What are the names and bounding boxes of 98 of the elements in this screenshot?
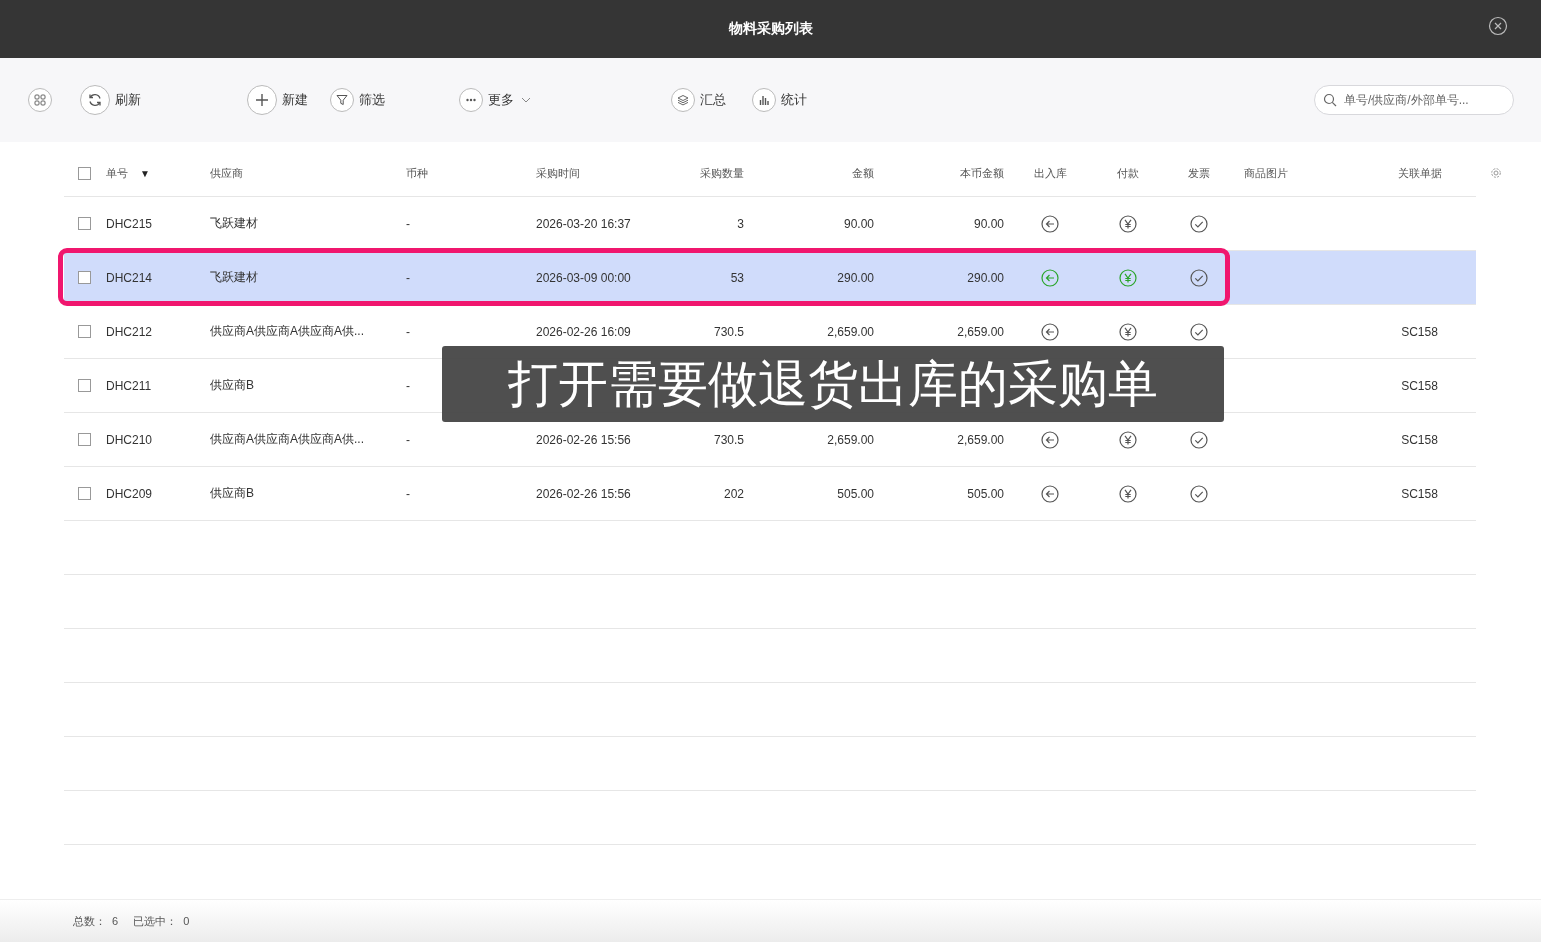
column-header[interactable]: 商品图片 bbox=[1244, 165, 1288, 181]
table-cell: DHC209 bbox=[106, 486, 153, 501]
row-checkbox[interactable] bbox=[77, 433, 91, 446]
column-header[interactable]: 币种 bbox=[406, 165, 428, 181]
table-cell: 2,659.00 bbox=[827, 432, 874, 447]
total-count: 6 bbox=[112, 915, 119, 927]
table-cell: 2026-03-20 16:37 bbox=[536, 216, 631, 231]
row-checkbox[interactable] bbox=[77, 487, 91, 500]
table-cell: 90.00 bbox=[843, 216, 874, 231]
filter-icon bbox=[330, 88, 354, 112]
table-cell: 2,659.00 bbox=[957, 432, 1004, 447]
yen-circle-icon[interactable] bbox=[1119, 214, 1137, 233]
table-cell: 505.00 bbox=[967, 486, 1004, 501]
more-icon bbox=[459, 88, 483, 112]
toolbar-button[interactable]: 刷新 bbox=[80, 85, 141, 115]
table-cell: 供应商B bbox=[210, 377, 254, 394]
column-header[interactable]: 供应商 bbox=[210, 165, 243, 181]
check-circle-icon[interactable] bbox=[1190, 214, 1208, 233]
plus-icon bbox=[247, 85, 277, 115]
check-circle-icon[interactable] bbox=[1190, 484, 1208, 503]
toolbar-button[interactable]: 筛选 bbox=[330, 88, 385, 112]
yen-circle-icon[interactable] bbox=[1119, 322, 1137, 341]
close-icon[interactable] bbox=[1488, 16, 1508, 36]
column-header[interactable]: 付款 bbox=[1117, 165, 1139, 181]
table-cell: - bbox=[406, 216, 410, 231]
search-field[interactable]: 单号/供应商/外部单号... bbox=[1314, 85, 1514, 115]
yen-circle-icon[interactable] bbox=[1119, 484, 1137, 503]
grid-icon bbox=[34, 94, 46, 106]
grid-button[interactable] bbox=[28, 88, 52, 112]
table-cell: - bbox=[406, 486, 410, 501]
table-cell: DHC210 bbox=[106, 432, 153, 447]
column-header[interactable]: 出入库 bbox=[1033, 165, 1067, 181]
window-title: 物料采购列表 bbox=[728, 20, 813, 38]
table-cell[interactable]: SC158 bbox=[1401, 378, 1438, 393]
table-cell: 飞跃建材 bbox=[210, 269, 258, 286]
table-cell: 供应商A供应商A供应商A供... bbox=[210, 431, 364, 448]
table-cell: 2,659.00 bbox=[957, 324, 1004, 339]
bar-chart-icon bbox=[752, 88, 776, 112]
table-cell: 供应商B bbox=[210, 485, 254, 502]
toolbar-button[interactable]: 新建 bbox=[247, 85, 308, 115]
row-checkbox[interactable] bbox=[77, 271, 91, 284]
table-cell: 290.00 bbox=[967, 270, 1004, 285]
table-cell: - bbox=[406, 432, 410, 447]
row-checkbox[interactable] bbox=[77, 217, 91, 230]
arrow-left-circle-icon[interactable] bbox=[1041, 214, 1059, 233]
column-header[interactable]: 采购数量 bbox=[700, 165, 744, 181]
table-cell: 供应商A供应商A供应商A供... bbox=[210, 323, 364, 340]
yen-circle-icon[interactable] bbox=[1119, 430, 1137, 449]
subtitle-toast: 打开需要做退货出库的采购单 bbox=[442, 346, 1224, 422]
table-cell: - bbox=[406, 378, 410, 393]
column-header[interactable]: 本币金额 bbox=[960, 165, 1004, 181]
table-cell: 505.00 bbox=[837, 486, 874, 501]
arrow-left-circle-icon[interactable] bbox=[1041, 322, 1059, 341]
table-cell: 2026-03-09 00:00 bbox=[536, 270, 631, 285]
arrow-left-circle-icon[interactable] bbox=[1041, 484, 1059, 503]
table-cell: 53 bbox=[730, 270, 744, 285]
table-cell: 90.00 bbox=[973, 216, 1004, 231]
table-cell: - bbox=[406, 324, 410, 339]
table-row[interactable]: DHC209 供应商B - 2026-02-26 15:56 202 505.00 505.00 SC158 bbox=[64, 467, 1476, 521]
table-cell[interactable]: SC158 bbox=[1401, 432, 1438, 447]
column-header[interactable]: 金额 bbox=[852, 165, 874, 181]
table-cell: 2026-02-26 16:09 bbox=[536, 324, 631, 339]
table-cell: DHC212 bbox=[106, 324, 153, 339]
table-cell[interactable]: SC158 bbox=[1401, 486, 1438, 501]
table-cell: 3 bbox=[737, 216, 744, 231]
toolbar-button[interactable]: 统计 bbox=[752, 88, 807, 112]
check-circle-icon[interactable] bbox=[1190, 430, 1208, 449]
table-cell: 2,659.00 bbox=[827, 324, 874, 339]
table-cell: 730.5 bbox=[713, 324, 744, 339]
selected-label: 已选中： bbox=[133, 913, 178, 929]
select-all-checkbox[interactable] bbox=[77, 166, 91, 180]
table-cell: DHC211 bbox=[106, 378, 152, 393]
column-header[interactable]: 关联单据 bbox=[1397, 165, 1442, 181]
table-cell[interactable]: SC158 bbox=[1401, 324, 1438, 339]
table-cell: 290.00 bbox=[837, 270, 874, 285]
row-checkbox[interactable] bbox=[77, 325, 91, 338]
table-cell: 730.5 bbox=[713, 432, 744, 447]
column-header[interactable]: 发票 bbox=[1188, 165, 1210, 181]
table-cell: 2026-02-26 15:56 bbox=[536, 432, 631, 447]
table-cell: - bbox=[406, 270, 410, 285]
sort-indicator[interactable]: ▼ bbox=[140, 167, 150, 179]
refresh-icon bbox=[80, 85, 110, 115]
column-header[interactable]: 采购时间 bbox=[536, 165, 580, 181]
check-circle-icon[interactable] bbox=[1190, 268, 1208, 287]
layers-icon bbox=[671, 88, 695, 112]
total-label: 总数： bbox=[73, 913, 106, 929]
table-cell: DHC214 bbox=[106, 270, 153, 285]
table-cell: DHC215 bbox=[106, 216, 153, 231]
row-checkbox[interactable] bbox=[77, 379, 91, 392]
table-cell: 202 bbox=[723, 486, 744, 501]
arrow-left-circle-icon[interactable] bbox=[1041, 430, 1059, 449]
toolbar-button[interactable]: 汇总 bbox=[671, 88, 726, 112]
column-header[interactable]: 单号 bbox=[106, 165, 128, 181]
check-circle-icon[interactable] bbox=[1190, 322, 1208, 341]
table-cell: 2026-02-26 15:56 bbox=[536, 486, 631, 501]
table-cell: 飞跃建材 bbox=[210, 215, 258, 232]
selected-count: 0 bbox=[183, 915, 190, 927]
toolbar-button[interactable]: 更多 bbox=[459, 88, 531, 112]
